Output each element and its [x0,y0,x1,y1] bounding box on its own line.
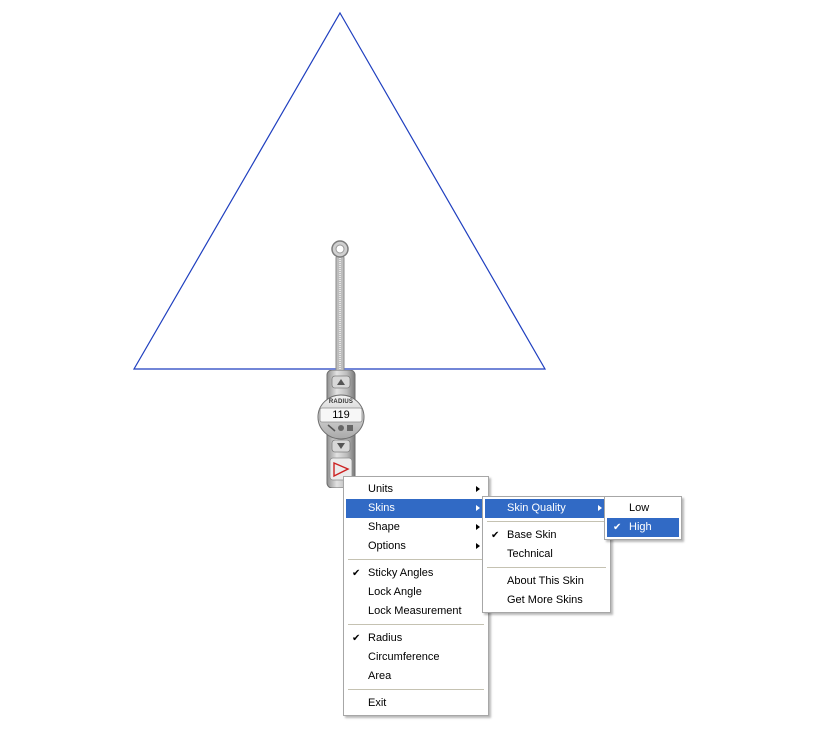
menu-item-sticky-angles[interactable]: ✔ Sticky Angles [346,564,486,583]
up-arrow-icon[interactable] [331,375,351,389]
menu-separator [348,559,484,560]
menu-item-radius[interactable]: ✔ Radius [346,629,486,648]
down-arrow-icon[interactable] [331,439,351,453]
menu-item-about-this-skin[interactable]: About This Skin [485,572,608,591]
check-icon: ✔ [491,530,500,541]
menu-item-skin-quality[interactable]: Skin Quality [485,499,608,518]
menu-item-skins[interactable]: Skins [346,499,486,518]
menu-separator [348,689,484,690]
submenu-arrow-icon [476,543,480,549]
radius-value: 119 [332,409,350,421]
check-icon: ✔ [352,633,361,644]
context-menu: Units Skins Shape Options ✔ Sticky Angle… [343,476,489,716]
radius-widget[interactable] [317,370,365,488]
menu-item-high[interactable]: ✔ High [607,518,679,537]
menu-item-lock-angle[interactable]: Lock Angle [346,583,486,602]
check-icon: ✔ [352,568,361,579]
menu-item-get-more-skins[interactable]: Get More Skins [485,591,608,610]
menu-item-units[interactable]: Units [346,480,486,499]
menu-item-base-skin[interactable]: ✔ Base Skin [485,526,608,545]
submenu-arrow-icon [476,524,480,530]
check-icon: ✔ [613,522,622,533]
menu-item-low[interactable]: Low [607,499,679,518]
radius-label: RADIUS [328,399,354,405]
menu-item-exit[interactable]: Exit [346,694,486,713]
menu-item-technical[interactable]: Technical [485,545,608,564]
submenu-arrow-icon [476,486,480,492]
menu-separator [487,521,606,522]
submenu-arrow-icon [476,505,480,511]
menu-separator [348,624,484,625]
menu-item-lock-measurement[interactable]: Lock Measurement [346,602,486,621]
menu-item-shape[interactable]: Shape [346,518,486,537]
menu-item-circumference[interactable]: Circumference [346,648,486,667]
radius-handle[interactable] [331,240,349,373]
menu-item-options[interactable]: Options [346,537,486,556]
menu-separator [487,567,606,568]
menu-item-area[interactable]: Area [346,667,486,686]
skin-quality-submenu: Low ✔ High [604,496,682,540]
skins-submenu: Skin Quality ✔ Base Skin Technical About… [482,496,611,613]
submenu-arrow-icon [598,505,602,511]
